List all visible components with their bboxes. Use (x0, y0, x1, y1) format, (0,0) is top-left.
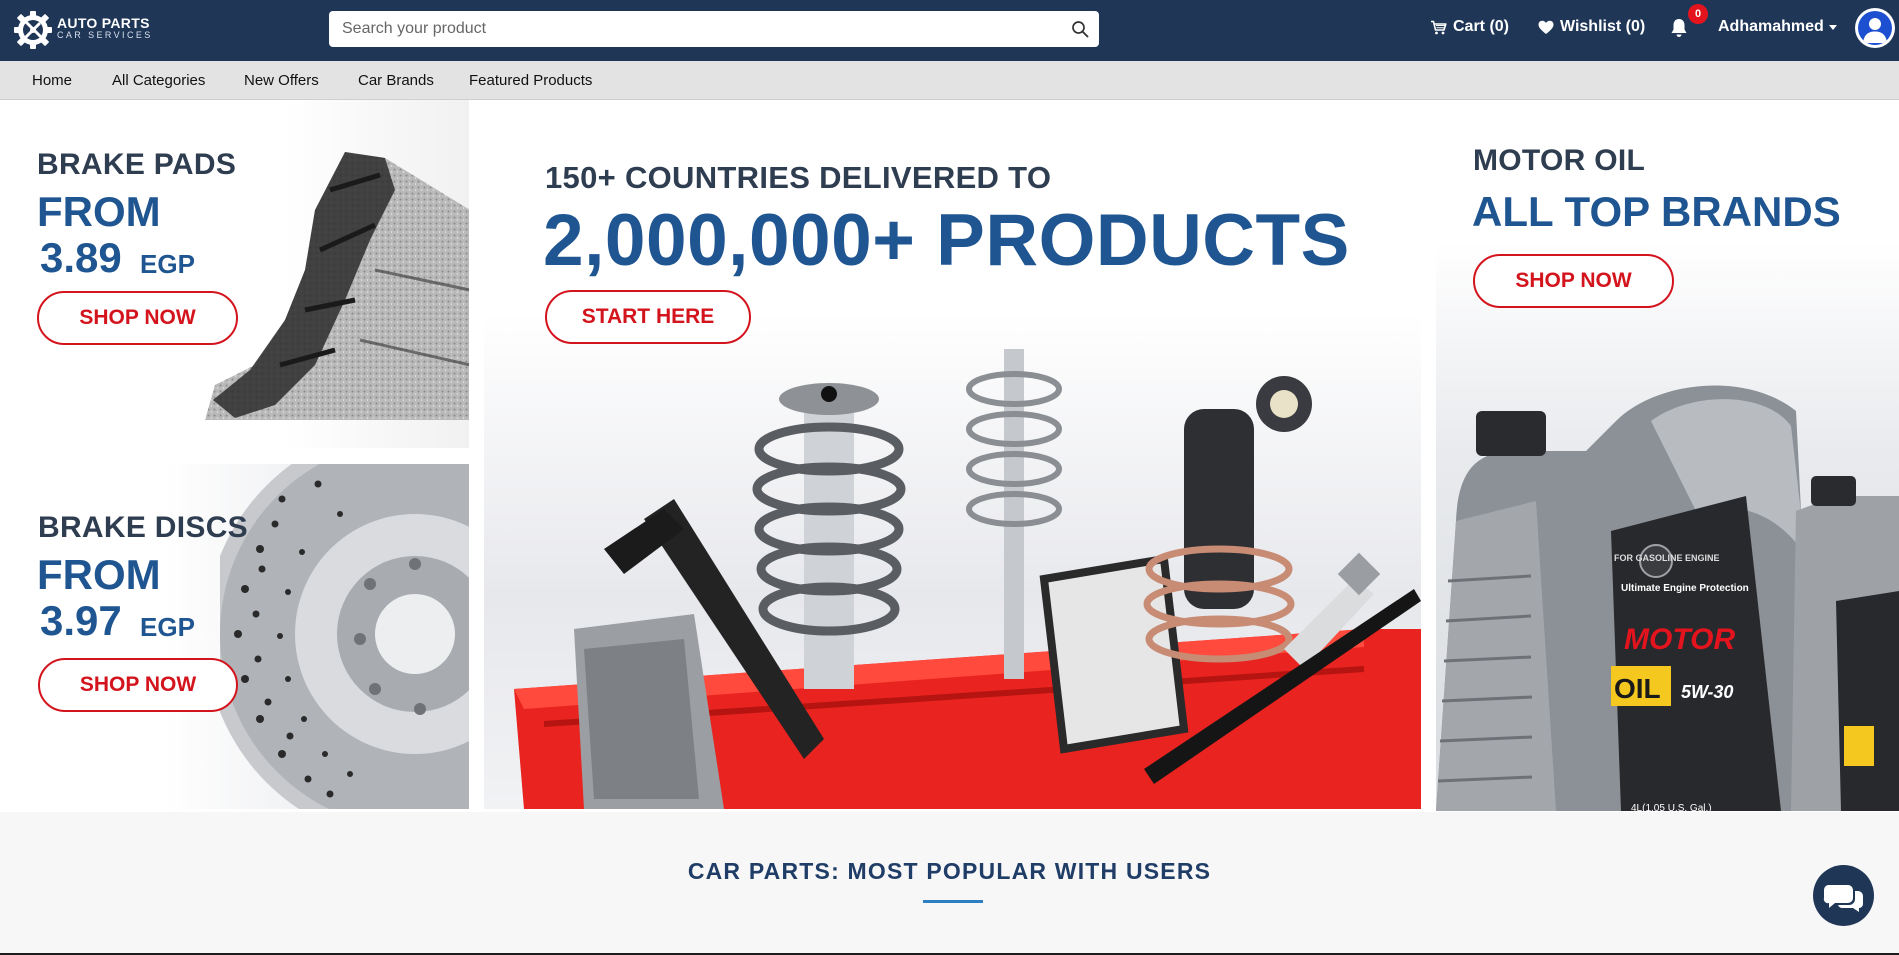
brake-pads-shop-button[interactable]: SHOP NOW (37, 291, 238, 345)
section-title-underline (923, 900, 983, 903)
search-icon[interactable] (1071, 20, 1089, 38)
brake-discs-title: BRAKE DISCS (38, 511, 248, 544)
chat-icon (1823, 885, 1863, 912)
logo-text: AUTO PARTS CAR SERVICES (57, 16, 153, 41)
top-header: AUTO PARTS CAR SERVICES Cart (0) Wishlis… (0, 0, 1899, 61)
countries-subtitle: 150+ COUNTRIES DELIVERED TO (545, 160, 1052, 195)
car-parts-basket-image (514, 349, 1421, 809)
products-headline: 2,000,000+ PRODUCTS (543, 200, 1350, 281)
oil-can-word1: MOTOR (1624, 623, 1735, 656)
nav-featured-products[interactable]: Featured Products (469, 72, 592, 89)
avatar[interactable] (1855, 8, 1895, 48)
brake-pads-price: 3.89 (40, 234, 122, 281)
wishlist-label: Wishlist (0) (1560, 18, 1646, 35)
chat-button[interactable] (1813, 865, 1874, 926)
brake-pad-image (205, 152, 469, 420)
start-here-button[interactable]: START HERE (545, 290, 751, 344)
brake-disc-image (220, 464, 469, 809)
svg-text:FOR GASOLINE ENGINE: FOR GASOLINE ENGINE (1614, 553, 1720, 563)
brake-discs-shop-button[interactable]: SHOP NOW (38, 658, 238, 712)
brake-pads-from: FROM (37, 188, 161, 235)
wishlist-link[interactable]: Wishlist (0) (1538, 18, 1645, 36)
search-bar (329, 11, 1099, 47)
cart-icon (1431, 20, 1447, 34)
chevron-down-icon[interactable] (1829, 25, 1837, 30)
user-avatar-icon (1858, 11, 1892, 45)
motor-oil-shop-button[interactable]: SHOP NOW (1473, 254, 1674, 308)
nav-home[interactable]: Home (32, 72, 72, 89)
bell-icon[interactable] (1669, 17, 1689, 39)
brake-discs-price: 3.97 (40, 597, 122, 644)
nav-new-offers[interactable]: New Offers (244, 72, 319, 89)
section-title: CAR PARTS: MOST POPULAR WITH USERS (687, 858, 1212, 884)
oil-can-grade: 5W-30 (1681, 682, 1733, 702)
main-nav: Home All Categories New Offers Car Brand… (0, 61, 1899, 100)
products-hero-banner[interactable]: 150+ COUNTRIES DELIVERED TO 2,000,000+ P… (484, 100, 1421, 809)
logo-line1: AUTO PARTS (57, 15, 150, 31)
notification-badge: 0 (1688, 4, 1708, 24)
brake-discs-currency: EGP (140, 612, 195, 642)
motor-oil-title: MOTOR OIL (1473, 144, 1646, 177)
motor-oil-headline: ALL TOP BRANDS (1472, 188, 1841, 235)
motor-oil-banner[interactable]: FOR GASOLINE ENGINE Ultimate Engine Prot… (1436, 100, 1899, 811)
oil-can-tagline: Ultimate Engine Protection (1621, 583, 1749, 594)
search-input[interactable] (329, 11, 1049, 47)
brake-pads-title: BRAKE PADS (37, 148, 237, 181)
oil-can-word2: OIL (1614, 673, 1661, 704)
cart-label: Cart (0) (1453, 18, 1510, 35)
logo-line2: CAR SERVICES (57, 30, 153, 40)
site-logo[interactable]: AUTO PARTS CAR SERVICES (13, 8, 153, 52)
cart-link[interactable]: Cart (0) (1430, 18, 1509, 36)
nav-car-brands[interactable]: Car Brands (358, 72, 434, 89)
heart-icon (1538, 20, 1554, 34)
brake-pads-banner[interactable]: BRAKE PADS FROM 3.89 EGP SHOP NOW (0, 100, 469, 448)
oil-can-badge: FOR GASOLINE ENGINE (1614, 553, 1720, 563)
nav-all-categories[interactable]: All Categories (112, 72, 205, 89)
brake-pads-currency: EGP (140, 249, 195, 279)
user-menu[interactable]: Adhamahmed (1718, 18, 1824, 36)
oil-can-volume: 4L(1.05 U.S. Gal.) (1631, 803, 1712, 811)
brake-discs-banner[interactable]: BRAKE DISCS FROM 3.97 EGP SHOP NOW (0, 464, 469, 809)
brake-discs-from: FROM (37, 551, 161, 598)
gear-wrench-logo-icon (14, 11, 52, 49)
motor-oil-can-image: FOR GASOLINE ENGINE Ultimate Engine Prot… (1436, 385, 1899, 811)
